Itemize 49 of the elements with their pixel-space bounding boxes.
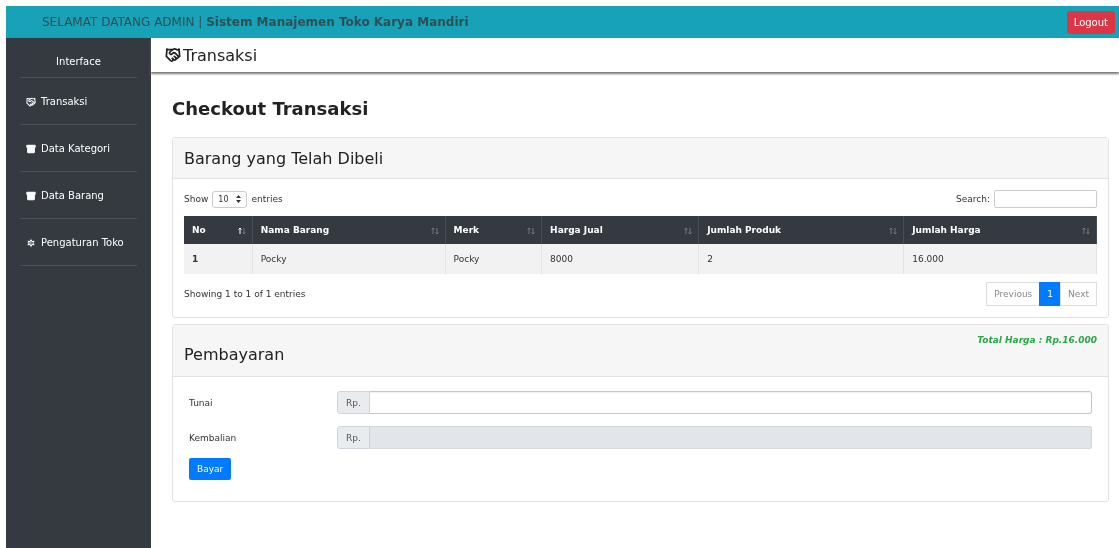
- table-cell: 16.000: [903, 244, 1097, 274]
- sidebar-item[interactable]: Data Barang: [20, 172, 137, 219]
- archive-icon: [26, 190, 36, 201]
- page-size-select[interactable]: 10: [212, 190, 248, 208]
- column-header[interactable]: Jumlah Produk: [698, 216, 904, 244]
- sort-icon: [430, 227, 439, 235]
- table-cell: 2: [698, 244, 904, 274]
- archive-icon: [26, 143, 36, 154]
- table-cell: Pocky: [445, 244, 542, 274]
- table-info: Showing 1 to 1 of 1 entries: [184, 289, 306, 299]
- table-cell: Pocky: [252, 244, 446, 274]
- column-header[interactable]: Jumlah Harga: [903, 216, 1097, 244]
- sidebar-item[interactable]: Transaksi: [20, 78, 137, 125]
- sort-icon: [237, 227, 246, 235]
- column-header[interactable]: No: [184, 216, 253, 244]
- total-price: Total Harga : Rp.16.000: [977, 335, 1097, 345]
- sort-icon: [889, 227, 898, 235]
- show-label: Show: [184, 194, 209, 204]
- column-header[interactable]: Harga Jual: [541, 216, 699, 244]
- page-header-title: Transaksi: [183, 45, 258, 65]
- welcome-title: SELAMAT DATANG ADMIN | Sistem Manajemen Toko Karya Mandiri: [42, 15, 469, 29]
- table-cell: 8000: [541, 244, 699, 274]
- sort-icon: [527, 227, 536, 235]
- gear-icon: [26, 237, 36, 248]
- card-title: Barang yang Telah Dibeli: [184, 148, 384, 168]
- field-label: Tunai: [188, 397, 214, 408]
- column-header[interactable]: Nama Barang: [252, 216, 446, 244]
- pay-button[interactable]: Bayar: [189, 458, 232, 480]
- sidebar-item[interactable]: Data Kategori: [20, 125, 137, 172]
- sidebar-heading: Interface: [20, 38, 137, 78]
- page-title: Checkout Transaksi: [172, 98, 370, 119]
- sort-icon: [1082, 227, 1090, 235]
- logout-button[interactable]: Logout: [1066, 10, 1115, 34]
- search-field[interactable]: [994, 190, 1097, 208]
- currency-prefix: Rp.: [337, 391, 370, 414]
- column-header[interactable]: Merk: [445, 216, 542, 244]
- sidebar-item[interactable]: Pengaturan Toko: [20, 219, 137, 266]
- handshake-icon: [165, 47, 181, 63]
- caret-icon: [236, 195, 242, 203]
- sort-icon: [684, 227, 693, 235]
- field-label: Kembalian: [188, 432, 238, 443]
- search-label: Search:: [956, 194, 990, 204]
- input-field[interactable]: [369, 391, 1092, 414]
- handshake-icon: [26, 96, 36, 107]
- currency-prefix: Rp.: [337, 426, 370, 449]
- entries-label: entries: [251, 194, 283, 204]
- table-cell: 1: [184, 244, 253, 274]
- page-button[interactable]: 1: [1039, 282, 1062, 306]
- card-title: Pembayaran: [184, 344, 285, 364]
